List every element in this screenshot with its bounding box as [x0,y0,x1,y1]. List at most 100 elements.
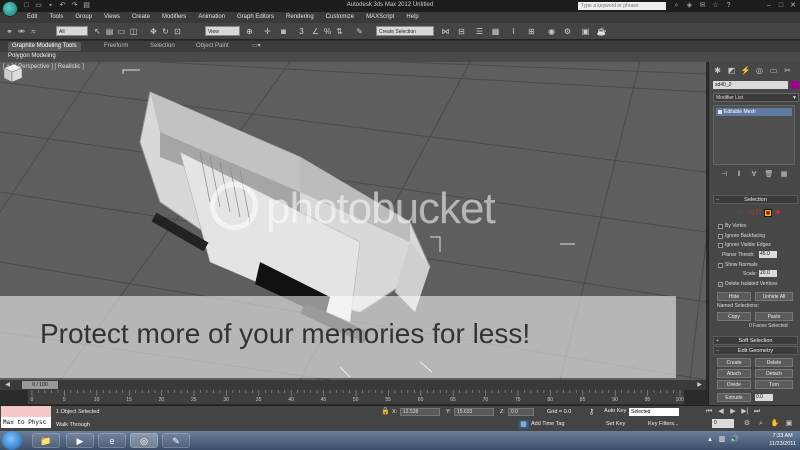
tab-selection[interactable]: Selection [146,42,179,51]
prev-frame-icon[interactable]: ◀ [2,380,13,390]
face-mode-icon[interactable]: ◸ [755,209,763,217]
utilities-tab-icon[interactable]: ✂ [782,65,793,76]
edge-mode-icon[interactable]: ◁ [747,209,755,217]
media-player-icon[interactable]: ▶ [66,433,94,448]
edit-named-selection-icon[interactable]: ✎ [354,26,365,37]
by-vertex-checkbox[interactable]: By Vertex [718,223,746,229]
attach-button[interactable]: Attach [717,369,751,378]
turn-button[interactable]: Turn [755,380,793,389]
checkbox-box[interactable] [718,242,723,248]
rendered-frame-icon[interactable]: ▣ [580,26,591,37]
planar-thresh-field[interactable] [759,251,777,258]
time-tag-icon[interactable]: ▦ [518,420,529,429]
percent-snap-icon[interactable]: % [322,26,333,37]
time-slider-track[interactable]: ◀ 0 / 100 ▶ [0,380,706,390]
tab-freeform[interactable]: Freeform [100,42,132,51]
menu-modifiers[interactable]: Modifiers [162,14,186,20]
ignore-backfacing-checkbox[interactable]: Ignore Backfacing [718,233,765,239]
track-bar[interactable]: 0 5 10 15 20 25 30 35 40 45 50 55 60 65 70 75 80 85 90 95 10… [28,390,684,404]
scale-field[interactable] [759,270,777,277]
save-icon[interactable]: ▪ [46,1,55,10]
ie-icon[interactable]: e [98,433,126,448]
modifier-list-dropdown[interactable]: Modifier List ▼ [713,93,799,102]
menu-tools[interactable]: Tools [49,14,63,20]
bulb-icon[interactable] [718,110,722,114]
polygon-modeling-panel[interactable]: Polygon Modeling [8,53,56,59]
extrude-field[interactable] [755,394,773,401]
redo-icon[interactable]: ↷ [70,1,79,10]
material-editor-icon[interactable]: ◉ [546,26,557,37]
menu-rendering[interactable]: Rendering [286,14,314,20]
checkbox-box[interactable]: ✓ [718,281,723,287]
tab-object-paint[interactable]: Object Paint [192,42,233,51]
show-end-result-icon[interactable]: ‖ [734,170,744,179]
modify-tab-icon[interactable]: ◩ [726,65,737,76]
selection-filter-dropdown[interactable]: All [56,26,88,36]
divide-button[interactable]: Divide [717,380,751,389]
select-link-icon[interactable]: ⚭ [4,26,15,37]
explorer-icon[interactable]: 📁 [32,433,60,448]
volume-icon[interactable]: 🔊 [730,435,739,445]
scale-icon[interactable]: ⊡ [172,26,183,37]
rectangular-selection-icon[interactable]: ▭ [116,26,127,37]
zoom-icon[interactable]: ⌕ [756,419,766,428]
maxscript-listener[interactable]: Max to Physc [1,406,51,431]
menu-graph-editors[interactable]: Graph Editors [237,14,274,20]
spinner-snap-icon[interactable]: ⇅ [334,26,345,37]
new-icon[interactable]: □ [22,1,31,10]
set-key-button[interactable]: Set Key [606,420,625,429]
paste-button[interactable]: Paste [755,312,793,321]
pan-icon[interactable]: ✋ [770,419,780,428]
select-object-icon[interactable]: ↖ [92,26,103,37]
close-icon[interactable]: ✕ [788,1,798,10]
display-tab-icon[interactable]: ▭ [768,65,779,76]
3dsmax-icon[interactable]: ◎ [130,433,158,448]
project-folder-icon[interactable]: ▤ [82,1,91,10]
curve-editor-icon[interactable]: ⌇ [508,26,519,37]
render-setup-icon[interactable]: ⚙ [562,26,573,37]
stack-item-editable-mesh[interactable]: Editable Mesh [716,108,792,116]
menu-edit[interactable]: Edit [27,14,37,20]
menu-group[interactable]: Group [75,14,92,20]
make-unique-icon[interactable]: ∀ [749,170,759,179]
object-name-field[interactable] [713,81,788,89]
paint-icon[interactable]: ✎ [162,433,190,448]
select-by-name-icon[interactable]: ▤ [104,26,115,37]
next-frame-icon[interactable]: ▶ [694,380,705,390]
subscription-icon[interactable]: ◈ [685,1,694,10]
create-tab-icon[interactable]: ✱ [712,65,723,76]
menu-create[interactable]: Create [132,14,150,20]
edit-geometry-rollout-header[interactable]: – Edit Geometry [713,346,798,355]
help-search-input[interactable] [578,2,666,10]
ignore-visible-edges-checkbox[interactable]: Ignore Visible Edges [718,242,771,248]
key-filters-button[interactable]: Key Filters... [648,420,679,429]
create-button[interactable]: Create [717,358,751,367]
checkbox-box[interactable] [718,233,723,239]
menu-views[interactable]: Views [104,14,120,20]
checkbox-box[interactable] [718,223,723,229]
snaps-toggle-icon[interactable]: 3 [296,26,307,37]
previous-key-icon[interactable]: ◀ [716,407,726,416]
favorites-icon[interactable]: ☆ [711,1,720,10]
time-config-icon[interactable]: ⚙ [742,419,752,428]
move-icon[interactable]: ✥ [148,26,159,37]
maximize-viewport-icon[interactable]: ▣ [784,419,794,428]
viewcube-icon[interactable] [0,62,24,84]
menu-customize[interactable]: Customize [326,14,354,20]
angle-snap-icon[interactable]: ∠ [310,26,321,37]
tab-graphite-modeling-tools[interactable]: Graphite Modeling Tools [8,42,81,51]
go-to-end-icon[interactable]: ⏭ [752,407,762,416]
bind-space-warp-icon[interactable]: ≈ [28,26,39,37]
help-icon[interactable]: ? [724,1,733,10]
named-selection-dropdown[interactable]: Create Selection [376,26,434,36]
layer-manager-icon[interactable]: ☰ [474,26,485,37]
lock-selection-icon[interactable]: 🔒 [380,407,391,416]
app-logo-icon[interactable] [2,1,18,17]
element-mode-icon[interactable]: ◈ [774,209,782,217]
open-icon[interactable]: ▭ [34,1,43,10]
hierarchy-tab-icon[interactable]: ⚡ [740,65,751,76]
clock[interactable]: 7:33 AM 11/23/2011 [769,432,796,448]
start-button-icon[interactable] [2,431,22,450]
reference-coord-dropdown[interactable]: View [205,26,240,36]
remove-modifier-icon[interactable]: 🗑 [764,170,774,179]
